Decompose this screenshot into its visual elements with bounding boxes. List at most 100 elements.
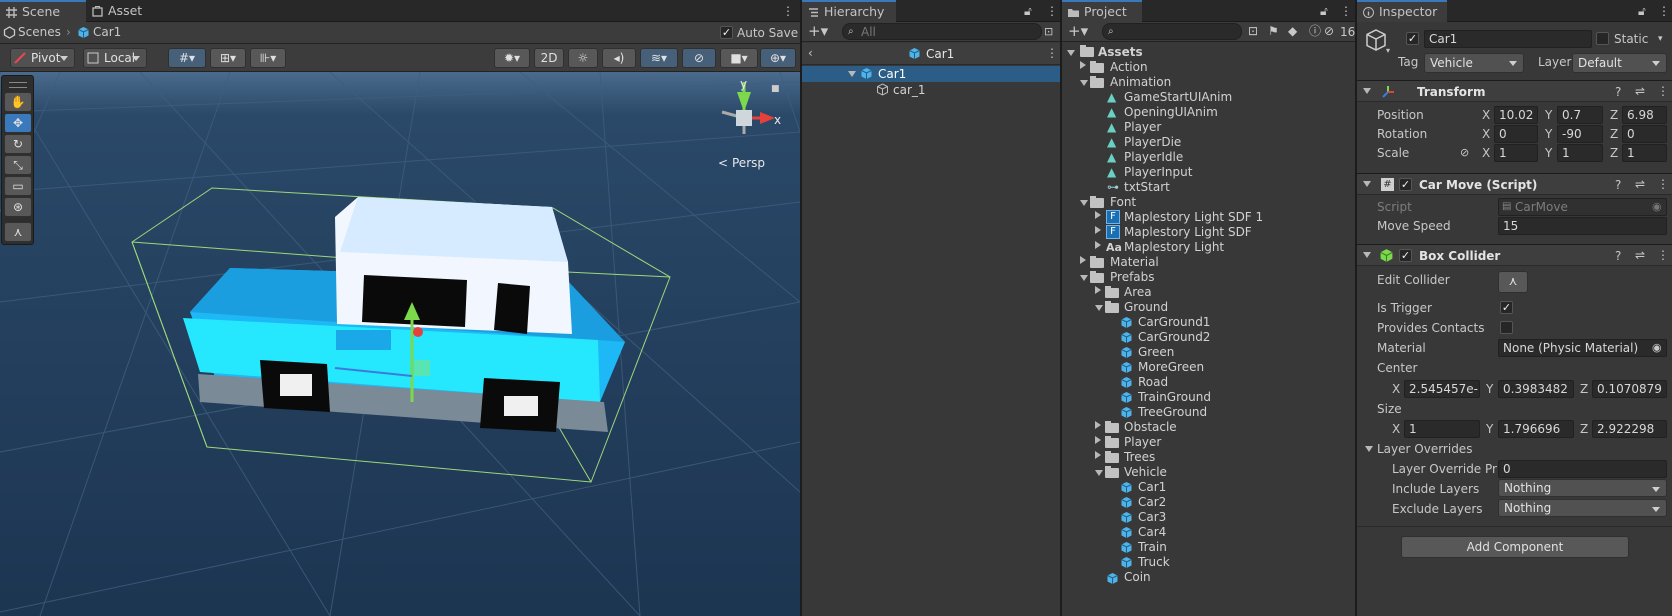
- tab-asset-store[interactable]: Asset Store: [86, 0, 186, 40]
- object-picker-icon[interactable]: ◉: [1652, 341, 1662, 355]
- search-options-icon[interactable]: ⊡: [1044, 25, 1053, 39]
- project-item[interactable]: Vehicle: [1124, 465, 1167, 480]
- rotation-z-field[interactable]: 0: [1622, 125, 1667, 143]
- project-item[interactable]: Car4: [1138, 525, 1166, 540]
- project-root[interactable]: Assets: [1098, 45, 1143, 60]
- x-label[interactable]: X: [1482, 108, 1490, 122]
- project-item[interactable]: Coin: [1124, 570, 1151, 585]
- size-y-field[interactable]: 1.796696: [1498, 420, 1574, 438]
- lock-icon[interactable]: 🔓︎: [1638, 4, 1646, 18]
- layer-overrides-label[interactable]: Layer Overrides: [1377, 442, 1472, 456]
- search-by-type-icon[interactable]: ⊡: [1248, 24, 1258, 38]
- hidden-packages-icon[interactable]: ⊘: [1324, 24, 1334, 38]
- expand-arrow-icon[interactable]: [1067, 50, 1075, 60]
- y-label[interactable]: Y: [1545, 108, 1552, 122]
- collapse-arrow-icon[interactable]: [1095, 436, 1105, 444]
- auto-save-checkbox[interactable]: ✓: [720, 26, 733, 39]
- project-item[interactable]: CarGround2: [1138, 330, 1210, 345]
- project-item[interactable]: Obstacle: [1124, 420, 1177, 435]
- project-item[interactable]: Action: [1110, 60, 1148, 75]
- lock-icon[interactable]: 🔓︎: [1320, 4, 1328, 18]
- static-dropdown-arrow[interactable]: ▾: [1658, 32, 1663, 46]
- project-item[interactable]: MoreGreen: [1138, 360, 1204, 375]
- box-collider-header[interactable]: ✓ Box Collider ? ⇌ ⋮: [1357, 244, 1672, 266]
- material-field[interactable]: None (Physic Material): [1498, 339, 1667, 357]
- project-item[interactable]: Area: [1124, 285, 1152, 300]
- mode-2d-button[interactable]: 2D: [534, 48, 564, 68]
- palette-grip[interactable]: [9, 82, 27, 88]
- tab-scene[interactable]: Scene: [0, 0, 86, 22]
- search-by-label-icon[interactable]: ⚑: [1268, 24, 1279, 38]
- center-z-field[interactable]: 0.1070879: [1592, 380, 1667, 398]
- camera-settings-button[interactable]: ■▾: [720, 48, 758, 68]
- size-x-field[interactable]: 1: [1404, 420, 1480, 438]
- active-checkbox[interactable]: ✓: [1406, 32, 1419, 45]
- help-icon[interactable]: ?: [1615, 85, 1621, 99]
- presets-icon[interactable]: ⇌: [1635, 248, 1645, 262]
- project-item[interactable]: Green: [1138, 345, 1174, 360]
- include-layers-dropdown[interactable]: Nothing: [1498, 479, 1667, 497]
- collapse-arrow-icon[interactable]: [1095, 241, 1105, 249]
- x-label[interactable]: X: [1392, 382, 1400, 396]
- gizmos-button[interactable]: ⊕▾: [760, 48, 796, 68]
- hierarchy-search-input[interactable]: All: [842, 23, 1042, 40]
- more-menu-icon[interactable]: ⋮: [1657, 248, 1669, 262]
- collapse-arrow-icon[interactable]: [1080, 61, 1090, 69]
- car-move-header[interactable]: # ✓ Car Move (Script) ? ⇌ ⋮: [1357, 173, 1672, 195]
- project-item[interactable]: Truck: [1138, 555, 1170, 570]
- help-icon[interactable]: ?: [1615, 178, 1621, 192]
- rect-tool-button[interactable]: ▭: [4, 176, 32, 196]
- more-menu-icon[interactable]: ⋮: [1657, 177, 1669, 191]
- info-icon[interactable]: ⓘ: [1309, 24, 1321, 38]
- breadcrumb-scenes[interactable]: Scenes: [18, 25, 61, 39]
- expand-arrow-icon[interactable]: [1363, 181, 1371, 191]
- more-menu-icon[interactable]: ⋮: [1340, 4, 1352, 18]
- project-item[interactable]: Player: [1124, 435, 1161, 450]
- snap-increment-button[interactable]: ⊞▾: [210, 48, 246, 68]
- x-label[interactable]: X: [1482, 127, 1490, 141]
- expand-arrow-icon[interactable]: [1080, 275, 1088, 285]
- scale-z-field[interactable]: 1: [1622, 144, 1667, 162]
- project-item[interactable]: GameStartUIAnim: [1124, 90, 1232, 105]
- expand-arrow-icon[interactable]: [1080, 200, 1088, 210]
- tag-dropdown[interactable]: Vehicle: [1424, 53, 1524, 73]
- persp-label[interactable]: Persp: [732, 156, 765, 170]
- size-z-field[interactable]: 2.922298: [1592, 420, 1667, 438]
- expand-arrow-icon[interactable]: [1095, 305, 1103, 315]
- expand-arrow-icon[interactable]: [848, 71, 856, 81]
- tab-inspector[interactable]: Inspector: [1357, 0, 1447, 22]
- project-item[interactable]: Font: [1110, 195, 1136, 210]
- project-item[interactable]: CarGround1: [1138, 315, 1210, 330]
- more-menu-icon[interactable]: ⋮: [1657, 84, 1669, 98]
- hierarchy-row-selected[interactable]: Car1: [802, 66, 1060, 82]
- lock-icon[interactable]: 🔓︎: [1024, 4, 1032, 18]
- tab-hierarchy[interactable]: Hierarchy: [802, 0, 896, 22]
- rotation-y-field[interactable]: -90: [1557, 125, 1603, 143]
- project-item[interactable]: Road: [1138, 375, 1168, 390]
- move-speed-field[interactable]: 15: [1498, 217, 1667, 235]
- project-item[interactable]: OpeningUIAnim: [1124, 105, 1218, 120]
- project-item[interactable]: Prefabs: [1110, 270, 1155, 285]
- z-label[interactable]: Z: [1610, 127, 1618, 141]
- transform-tool-button[interactable]: ⊛: [4, 197, 32, 217]
- project-item[interactable]: Maplestory Light SDF 1: [1124, 210, 1263, 225]
- position-y-field[interactable]: 0.7: [1557, 106, 1603, 124]
- more-menu-icon[interactable]: ⋮: [1046, 46, 1058, 60]
- project-item[interactable]: TrainGround: [1138, 390, 1211, 405]
- y-label[interactable]: Y: [1545, 127, 1552, 141]
- car-move-enabled-checkbox[interactable]: ✓: [1399, 178, 1412, 191]
- project-item[interactable]: txtStart: [1124, 180, 1170, 195]
- is-trigger-checkbox[interactable]: ✓: [1500, 301, 1513, 314]
- expand-arrow-icon[interactable]: [1080, 80, 1088, 90]
- x-label[interactable]: X: [1482, 146, 1490, 160]
- collapse-arrow-icon[interactable]: [1095, 421, 1105, 429]
- collapse-arrow-icon[interactable]: [1095, 451, 1105, 459]
- expand-arrow-icon[interactable]: [1363, 252, 1371, 262]
- expand-arrow-icon[interactable]: [1363, 88, 1371, 98]
- more-menu-icon[interactable]: ⋮: [1046, 4, 1058, 18]
- breadcrumb-object[interactable]: Car1: [93, 25, 121, 39]
- project-item[interactable]: PlayerInput: [1124, 165, 1192, 180]
- expand-arrow-icon[interactable]: [1365, 446, 1373, 456]
- project-search-input[interactable]: [1102, 23, 1242, 40]
- move-tool-button[interactable]: ✥: [4, 113, 32, 133]
